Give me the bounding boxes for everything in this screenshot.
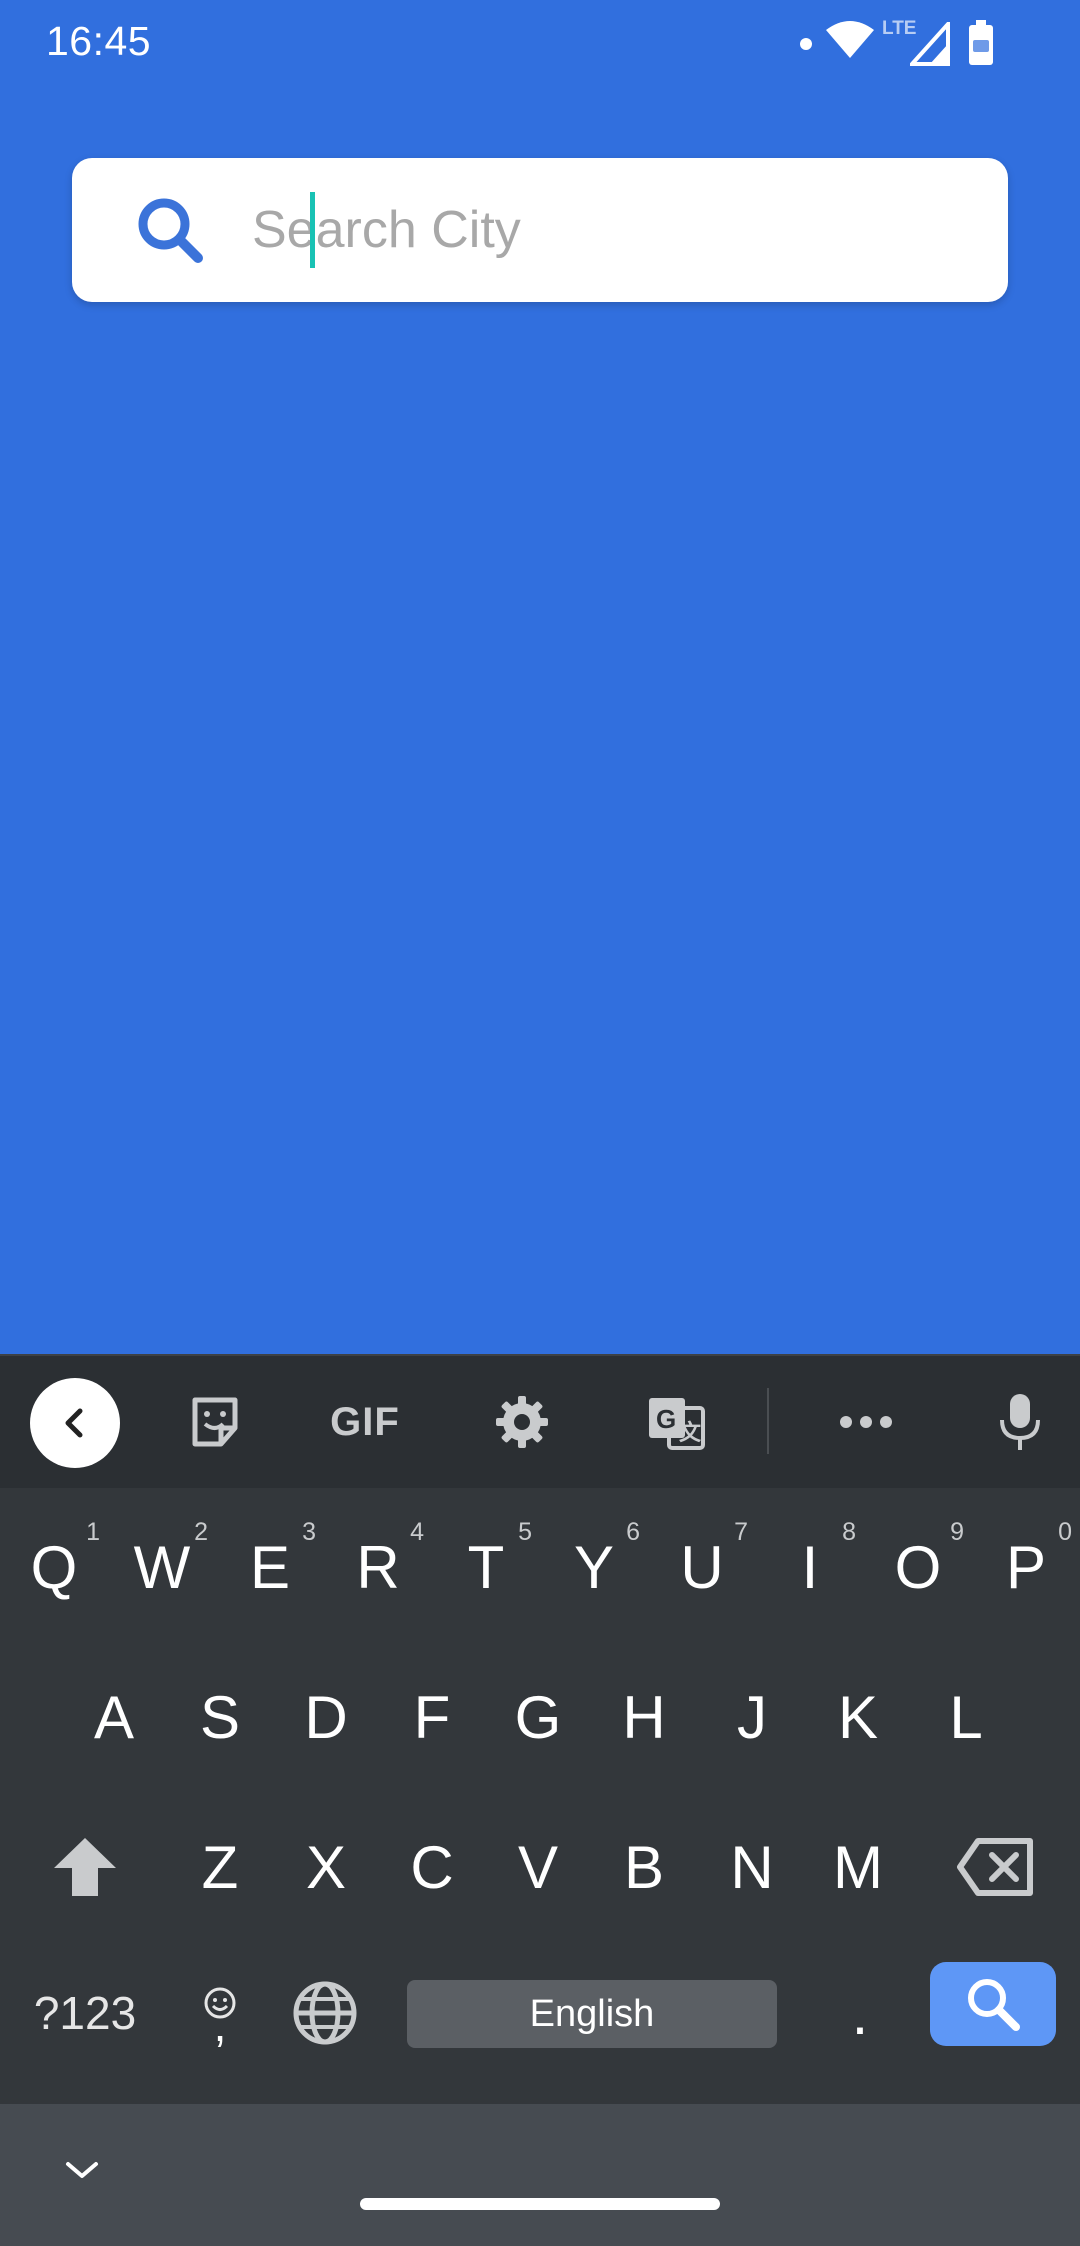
back-button[interactable] [30,1378,120,1468]
more-icon [840,1416,892,1428]
space-bar[interactable]: English [407,1980,777,2048]
signal-icon [910,22,950,66]
svg-text:文: 文 [679,1420,702,1445]
key-i[interactable]: I8 [756,1492,864,1642]
translate-icon: G 文 [649,1398,705,1450]
battery-icon [969,20,993,65]
notification-dot-icon [800,38,812,50]
keyboard-row-4: ?123 , English . [0,1942,1080,2084]
shift-icon [54,1838,116,1896]
key-g[interactable]: G [484,1642,592,1792]
keyboard-row-2: A S D F G H J K L [0,1642,1080,1792]
key-d[interactable]: D [272,1642,380,1792]
key-z[interactable]: Z [166,1792,274,1942]
key-k[interactable]: K [804,1642,912,1792]
language-key[interactable] [280,1942,370,2084]
sticker-button[interactable] [180,1386,250,1458]
translate-button[interactable]: G 文 [644,1386,708,1458]
status-icons: LTE [800,16,1040,72]
key-r[interactable]: R4 [324,1492,432,1642]
key-j[interactable]: J [698,1642,806,1792]
key-l[interactable]: L [912,1642,1020,1792]
search-icon [138,198,203,263]
key-b[interactable]: B [590,1792,698,1942]
sticker-icon [192,1397,238,1447]
chevron-down-icon[interactable] [62,2156,102,2184]
settings-button[interactable] [490,1386,554,1458]
key-p[interactable]: P0 [972,1492,1080,1642]
search-action-key[interactable] [930,1962,1056,2046]
key-x[interactable]: X [272,1792,380,1942]
key-h[interactable]: H [590,1642,698,1792]
text-cursor [310,192,315,268]
gear-icon [496,1396,548,1448]
soft-keyboard: GIF G 文 Q 1 W 2 E 3 R 4 T 5 Y 6 U 7 I 8 … [0,1354,1080,2104]
period-key[interactable]: . [810,1942,910,2084]
microphone-icon [1000,1394,1040,1450]
search-icon [968,1979,1020,2031]
search-city-input[interactable] [240,188,972,272]
key-s[interactable]: S [166,1642,274,1792]
key-t[interactable]: T5 [432,1492,540,1642]
backspace-icon [957,1838,1033,1896]
toolbar-divider [767,1388,769,1454]
keyboard-toolbar: GIF G 文 [0,1354,1080,1488]
key-a[interactable]: A [60,1642,168,1792]
key-c[interactable]: C [378,1792,486,1942]
comma-emoji-key[interactable]: , [170,1942,270,2084]
key-n[interactable]: N [698,1792,806,1942]
shift-key[interactable] [30,1792,140,1942]
navigation-bar [0,2104,1080,2246]
wifi-icon [826,21,874,58]
symbols-key[interactable]: ?123 [20,1942,150,2084]
status-time: 16:45 [46,18,152,64]
search-bar[interactable] [72,158,1008,302]
key-w[interactable]: W2 [108,1492,216,1642]
svg-text:G: G [656,1404,676,1434]
key-u[interactable]: U7 [648,1492,756,1642]
keyboard-row-3: Z X C V B N M [0,1792,1080,1942]
globe-icon [293,1981,357,2045]
voice-input-button[interactable] [990,1386,1050,1458]
keyboard-row-1: Q1 W2 E3 R4 T5 Y6 U7 I8 O9 P0 [0,1492,1080,1642]
key-m[interactable]: M [804,1792,912,1942]
key-y[interactable]: Y6 [540,1492,648,1642]
key-o[interactable]: O9 [864,1492,972,1642]
key-f[interactable]: F [378,1642,486,1792]
status-bar: 16:45 LTE [0,0,1080,88]
backspace-key[interactable] [940,1792,1050,1942]
more-button[interactable] [836,1386,896,1458]
gif-button[interactable]: GIF [320,1386,410,1458]
key-v[interactable]: V [484,1792,592,1942]
key-e[interactable]: E3 [216,1492,324,1642]
home-gesture-handle[interactable] [360,2198,720,2210]
key-q[interactable]: Q1 [0,1492,108,1642]
back-icon [65,1408,83,1438]
